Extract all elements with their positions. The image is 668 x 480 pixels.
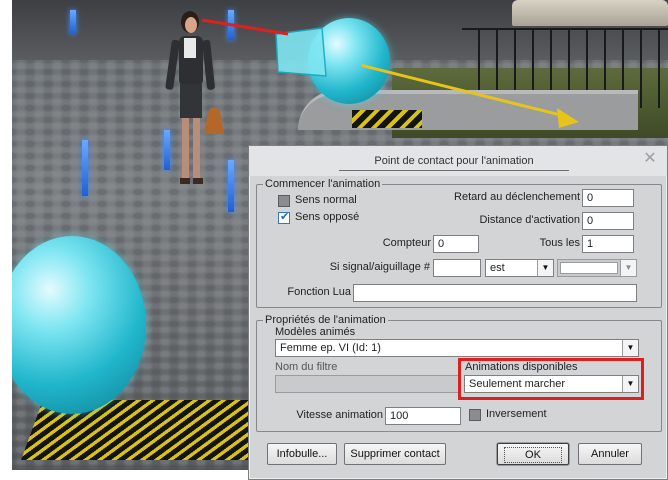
tooltip-button[interactable]: Infobulle... <box>267 443 337 465</box>
animated-models-select[interactable]: Femme ep. VI (Id: 1) ▼ <box>275 339 639 357</box>
trigger-delay-field[interactable]: 0 <box>582 189 634 207</box>
left-margin <box>0 0 12 480</box>
animation-contact-dialog: Point de contact pour l'animation ✕ Comm… <box>248 145 668 480</box>
signal-state-value-box <box>560 262 618 274</box>
start-animation-group: Commencer l'animation Sens normal Sens o… <box>256 178 662 308</box>
start-animation-legend: Commencer l'animation <box>263 178 383 190</box>
opposite-direction-checkbox[interactable] <box>278 210 290 224</box>
ok-button-label: OK <box>504 447 562 463</box>
delete-contact-button[interactable]: Supprimer contact <box>344 443 446 465</box>
signal-switch-label: Si signal/aiguillage # <box>329 261 430 273</box>
counter-field[interactable]: 0 <box>433 235 479 253</box>
reverse-label: Inversement <box>486 408 547 420</box>
signal-state-value: est <box>490 262 505 274</box>
lua-function-label: Fonction Lua <box>287 286 351 298</box>
signal-state-value-select[interactable]: ▼ <box>557 259 637 277</box>
filter-name-field[interactable] <box>275 375 459 393</box>
dialog-title: Point de contact pour l'animation <box>374 155 534 167</box>
chevron-down-icon[interactable]: ▼ <box>620 260 636 276</box>
chevron-down-icon[interactable]: ▼ <box>537 260 553 276</box>
normal-direction-label: Sens normal <box>295 194 357 206</box>
animated-models-value: Femme ep. VI (Id: 1) <box>280 342 381 354</box>
animated-models-label: Modèles animés <box>275 326 356 338</box>
signal-state-select[interactable]: est ▼ <box>485 259 554 277</box>
animation-speed-field[interactable]: 100 <box>385 407 461 425</box>
opposite-direction-label: Sens opposé <box>295 211 360 223</box>
every-label: Tous les <box>539 237 580 249</box>
every-field[interactable]: 1 <box>582 235 634 253</box>
chevron-down-icon[interactable]: ▼ <box>622 340 638 356</box>
trigger-marker-icon[interactable] <box>70 10 76 34</box>
animation-speed-label: Vitesse animation <box>296 409 383 421</box>
animation-properties-legend: Propriétés de l'animation <box>263 314 388 326</box>
trigger-delay-label: Retard au déclenchement <box>454 191 580 203</box>
dialog-titlebar[interactable]: Point de contact pour l'animation ✕ <box>249 146 667 176</box>
available-animations-highlight <box>458 358 644 400</box>
reverse-checkbox[interactable] <box>469 409 481 421</box>
arrow-head-icon <box>557 108 579 128</box>
hazard-stripes-top <box>352 110 422 128</box>
trigger-marker-icon[interactable] <box>82 140 88 196</box>
filter-name-label: Nom du filtre <box>275 361 338 373</box>
close-icon[interactable]: ✕ <box>641 150 659 168</box>
activation-distance-field[interactable]: 0 <box>582 212 634 230</box>
title-underline <box>339 170 569 171</box>
lua-function-field[interactable] <box>353 284 637 302</box>
cancel-button[interactable]: Annuler <box>578 443 642 465</box>
parked-car <box>512 0 668 26</box>
red-direction-arrow <box>202 18 289 36</box>
normal-direction-checkbox[interactable] <box>278 195 290 207</box>
signal-switch-field[interactable] <box>433 259 481 277</box>
activation-distance-label: Distance d'activation <box>479 214 580 226</box>
counter-label: Compteur <box>382 237 431 249</box>
ok-button[interactable]: OK <box>497 443 569 465</box>
